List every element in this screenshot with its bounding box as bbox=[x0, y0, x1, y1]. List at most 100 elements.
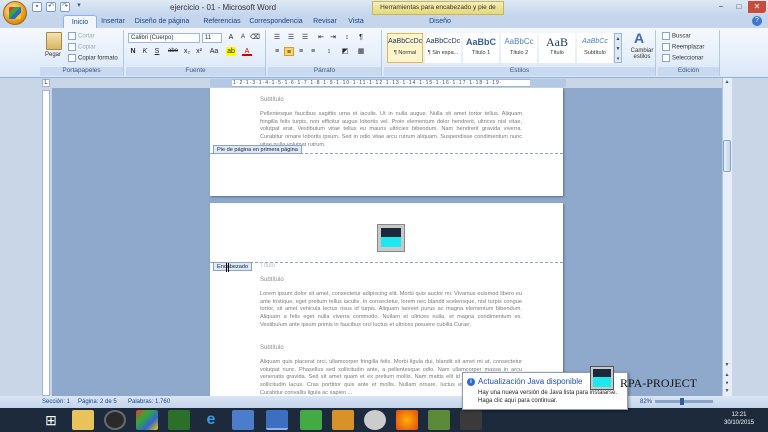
grow-font-icon[interactable]: A bbox=[226, 33, 236, 42]
image-dark-band bbox=[381, 228, 401, 237]
clear-format-icon[interactable]: ⌫ bbox=[250, 33, 260, 42]
copy-button[interactable]: Copiar bbox=[68, 43, 96, 51]
font-color-button[interactable]: A bbox=[242, 47, 252, 56]
system-clock[interactable]: 12:21 30/10/2015 bbox=[724, 411, 754, 427]
scissors-icon bbox=[68, 32, 76, 40]
align-left-icon[interactable]: ≡ bbox=[272, 47, 282, 56]
underline-button[interactable]: S bbox=[152, 47, 162, 56]
style-heading-1[interactable]: AaBbC Título 1 bbox=[463, 33, 499, 63]
subscript-button[interactable]: x₂ bbox=[182, 47, 192, 56]
tab-referencias[interactable]: Referencias bbox=[197, 15, 247, 28]
italic-button[interactable]: K bbox=[140, 47, 150, 56]
tab-vista[interactable]: Vista bbox=[342, 15, 370, 28]
superscript-button[interactable]: x² bbox=[194, 47, 204, 56]
file-explorer-icon[interactable] bbox=[72, 410, 94, 430]
save-icon[interactable]: ▪ bbox=[32, 2, 42, 12]
notification-title: Actualización Java disponible bbox=[478, 377, 583, 386]
paste-icon[interactable] bbox=[46, 32, 62, 50]
redo-icon[interactable]: ↷ bbox=[60, 2, 70, 12]
shading-icon[interactable]: ◩ bbox=[340, 47, 350, 56]
app-green3-icon[interactable] bbox=[428, 410, 450, 430]
font-name-select[interactable]: Calibri (Cuerpo) bbox=[128, 33, 200, 43]
cut-button[interactable]: Cortar bbox=[68, 32, 95, 40]
zoom-slider[interactable] bbox=[655, 400, 713, 403]
app-green-icon[interactable] bbox=[168, 410, 190, 430]
vertical-ruler[interactable] bbox=[42, 90, 50, 396]
align-center-icon[interactable]: ≡ bbox=[284, 47, 294, 56]
status-page[interactable]: Página: 2 de 5 bbox=[78, 396, 117, 408]
media-player-icon[interactable] bbox=[104, 410, 126, 430]
customize-quick-access-icon[interactable]: ▾ bbox=[74, 2, 84, 12]
increase-indent-icon[interactable]: ⇥ bbox=[328, 33, 338, 42]
style-no-spacing[interactable]: AaBbCcDc ¶ Sin espa... bbox=[425, 33, 461, 63]
header-image[interactable] bbox=[377, 224, 405, 252]
minimize-button[interactable]: − bbox=[712, 1, 730, 13]
borders-icon[interactable]: ▦ bbox=[356, 47, 366, 56]
office-button[interactable] bbox=[3, 1, 27, 25]
previous-page-icon[interactable]: ▲ bbox=[723, 372, 731, 380]
find-button[interactable]: Buscar bbox=[662, 32, 691, 40]
change-case-button[interactable]: Aa bbox=[208, 47, 220, 56]
multilevel-list-icon[interactable]: ☰ bbox=[300, 33, 310, 42]
format-painter-button[interactable]: Copiar formato bbox=[68, 54, 118, 62]
style-normal[interactable]: AaBbCcDc ¶ Normal bbox=[387, 33, 423, 63]
tab-insertar[interactable]: Insertar bbox=[97, 15, 129, 28]
app-blue-icon[interactable] bbox=[232, 410, 254, 430]
font-size-select[interactable]: 11 bbox=[202, 33, 222, 43]
app-green2-icon[interactable] bbox=[300, 410, 322, 430]
browse-object-icon[interactable]: ● bbox=[723, 380, 731, 388]
tab-revisar[interactable]: Revisar bbox=[308, 15, 342, 28]
maximize-button[interactable]: □ bbox=[730, 1, 748, 13]
show-marks-icon[interactable]: ¶ bbox=[356, 33, 366, 42]
zoom-level[interactable]: 82% bbox=[640, 396, 652, 408]
scroll-up-icon[interactable]: ▲ bbox=[723, 79, 731, 87]
select-button[interactable]: Seleccionar bbox=[662, 54, 703, 62]
horizontal-ruler[interactable]: ·2·1·1·1·2·1·3·1·4·1·5·1·6·1·7·1·8·1·9·1… bbox=[210, 79, 566, 87]
tab-selector[interactable]: L bbox=[42, 79, 50, 87]
replace-button[interactable]: Reemplazar bbox=[662, 43, 704, 51]
style-subtitle[interactable]: AaBbCc Subtítulo bbox=[577, 33, 613, 63]
scroll-down-icon[interactable]: ▼ bbox=[723, 362, 731, 370]
change-styles-button[interactable]: Cambiar estilos bbox=[628, 48, 656, 60]
media-center-icon[interactable] bbox=[136, 410, 158, 430]
align-right-icon[interactable]: ≡ bbox=[296, 47, 306, 56]
internet-explorer-icon[interactable]: e bbox=[200, 410, 222, 430]
firefox-icon[interactable] bbox=[396, 410, 418, 430]
status-section[interactable]: Sección: 1 bbox=[42, 396, 70, 408]
scroll-thumb[interactable] bbox=[723, 140, 731, 172]
next-page-icon[interactable]: ▼ bbox=[723, 388, 731, 396]
styles-scroll[interactable]: ▲ ▼ ▾ bbox=[614, 33, 622, 63]
close-button[interactable]: ✕ bbox=[748, 1, 766, 13]
help-icon[interactable]: ? bbox=[752, 16, 762, 26]
zoom-slider-handle[interactable] bbox=[680, 398, 684, 405]
decrease-indent-icon[interactable]: ⇤ bbox=[316, 33, 326, 42]
app-orange-icon[interactable] bbox=[332, 410, 354, 430]
ribbon-tabs: Inicio Insertar Diseño de página Referen… bbox=[0, 15, 768, 28]
tab-inicio[interactable]: Inicio bbox=[63, 15, 97, 28]
undo-icon[interactable]: ↶ bbox=[46, 2, 56, 12]
numbering-icon[interactable]: ☰ bbox=[286, 33, 296, 42]
status-words[interactable]: Palabras: 1.760 bbox=[128, 396, 170, 408]
strikethrough-button[interactable]: abe bbox=[166, 47, 180, 56]
tab-diseno-pagina[interactable]: Diseño de página bbox=[131, 15, 193, 28]
editing-group: Buscar Reemplazar Seleccionar Edición bbox=[658, 30, 720, 76]
rpa-logo-cyan bbox=[593, 377, 611, 387]
word-taskbar-icon[interactable] bbox=[266, 410, 288, 430]
shrink-font-icon[interactable]: A bbox=[238, 33, 248, 42]
windows-start-icon[interactable]: ⊞ bbox=[40, 410, 62, 430]
style-heading-2[interactable]: AaBbCc Título 2 bbox=[501, 33, 537, 63]
highlight-color-icon[interactable]: ab bbox=[226, 47, 236, 56]
office-logo-icon bbox=[9, 7, 21, 19]
vertical-scrollbar[interactable] bbox=[722, 78, 732, 396]
bold-button[interactable]: N bbox=[128, 47, 138, 56]
app-dark-icon[interactable] bbox=[460, 410, 482, 430]
tab-diseno[interactable]: Diseño bbox=[420, 15, 460, 28]
tab-correspondencia[interactable]: Correspondencia bbox=[247, 15, 305, 28]
line-spacing-icon[interactable]: ↕ bbox=[324, 47, 334, 56]
app-gray-icon[interactable] bbox=[364, 410, 386, 430]
paste-button[interactable]: Pegar bbox=[45, 52, 61, 58]
justify-icon[interactable]: ≡ bbox=[308, 47, 318, 56]
sort-icon[interactable]: ↕ bbox=[342, 33, 352, 42]
bullets-icon[interactable]: ☰ bbox=[272, 33, 282, 42]
style-title[interactable]: AaB Título bbox=[539, 33, 575, 63]
